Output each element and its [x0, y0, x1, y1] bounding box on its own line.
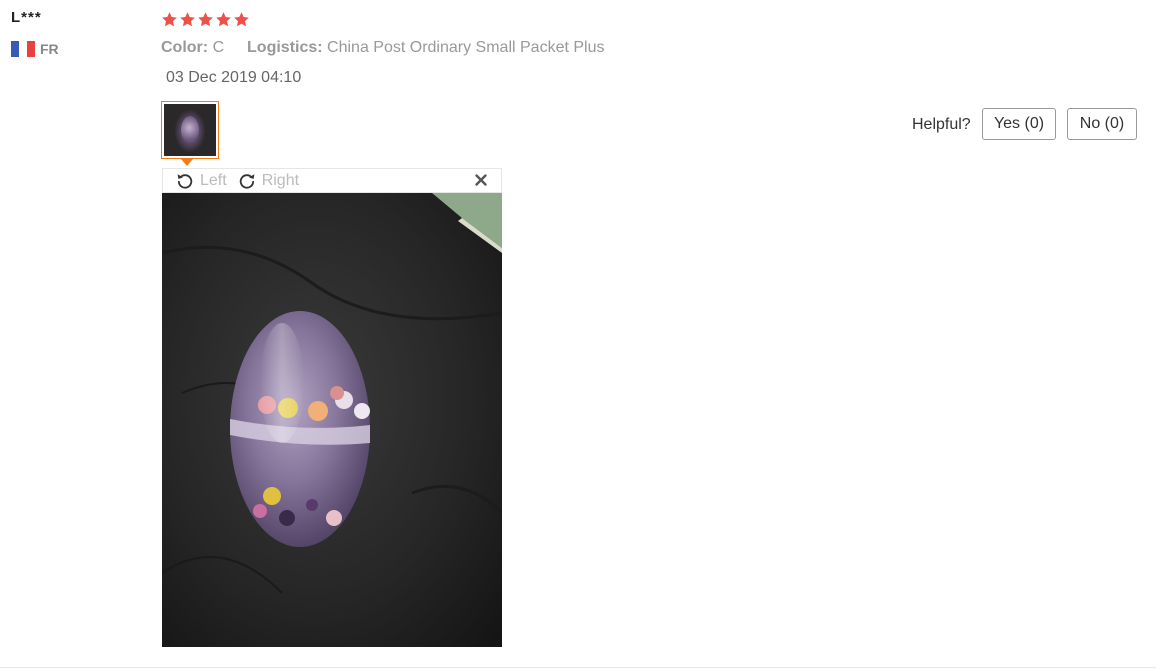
logistics-value: China Post Ordinary Small Packet Plus [327, 39, 605, 56]
rotate-left-button[interactable]: Left [175, 171, 227, 191]
flag-fr-icon [11, 41, 35, 57]
review-photo-large [162, 193, 502, 647]
logistics-label: Logistics: [247, 39, 323, 56]
star-rating [161, 11, 250, 28]
star-icon [198, 12, 213, 27]
rotate-left-icon [177, 173, 193, 189]
review-divider [0, 667, 1156, 668]
user-name: L*** [11, 9, 42, 26]
review-photo-thumbnail[interactable] [161, 101, 219, 159]
rotate-right-icon [239, 173, 255, 189]
star-icon [180, 12, 195, 27]
thumbnail-pointer [181, 159, 193, 166]
star-icon [216, 12, 231, 27]
close-icon[interactable] [474, 173, 488, 187]
rotate-right-button[interactable]: Right [237, 171, 299, 191]
star-icon [234, 12, 249, 27]
star-icon [162, 12, 177, 27]
helpful-no-button[interactable]: No (0) [1067, 108, 1137, 140]
order-info: Color: C Logistics: China Post Ordinary … [161, 39, 605, 57]
country-code: FR [40, 41, 59, 57]
color-label: Color: [161, 39, 209, 56]
color-value: C [212, 39, 225, 56]
rotate-right-label: Right [261, 171, 300, 189]
photo-viewer-toolbar: Left Right [162, 168, 502, 193]
helpful-prompt: Helpful? [912, 116, 971, 133]
rotate-left-label: Left [200, 171, 227, 189]
review-date: 03 Dec 2019 04:10 [166, 69, 302, 86]
helpful-yes-button[interactable]: Yes (0) [982, 108, 1056, 140]
country: FR [11, 41, 59, 57]
